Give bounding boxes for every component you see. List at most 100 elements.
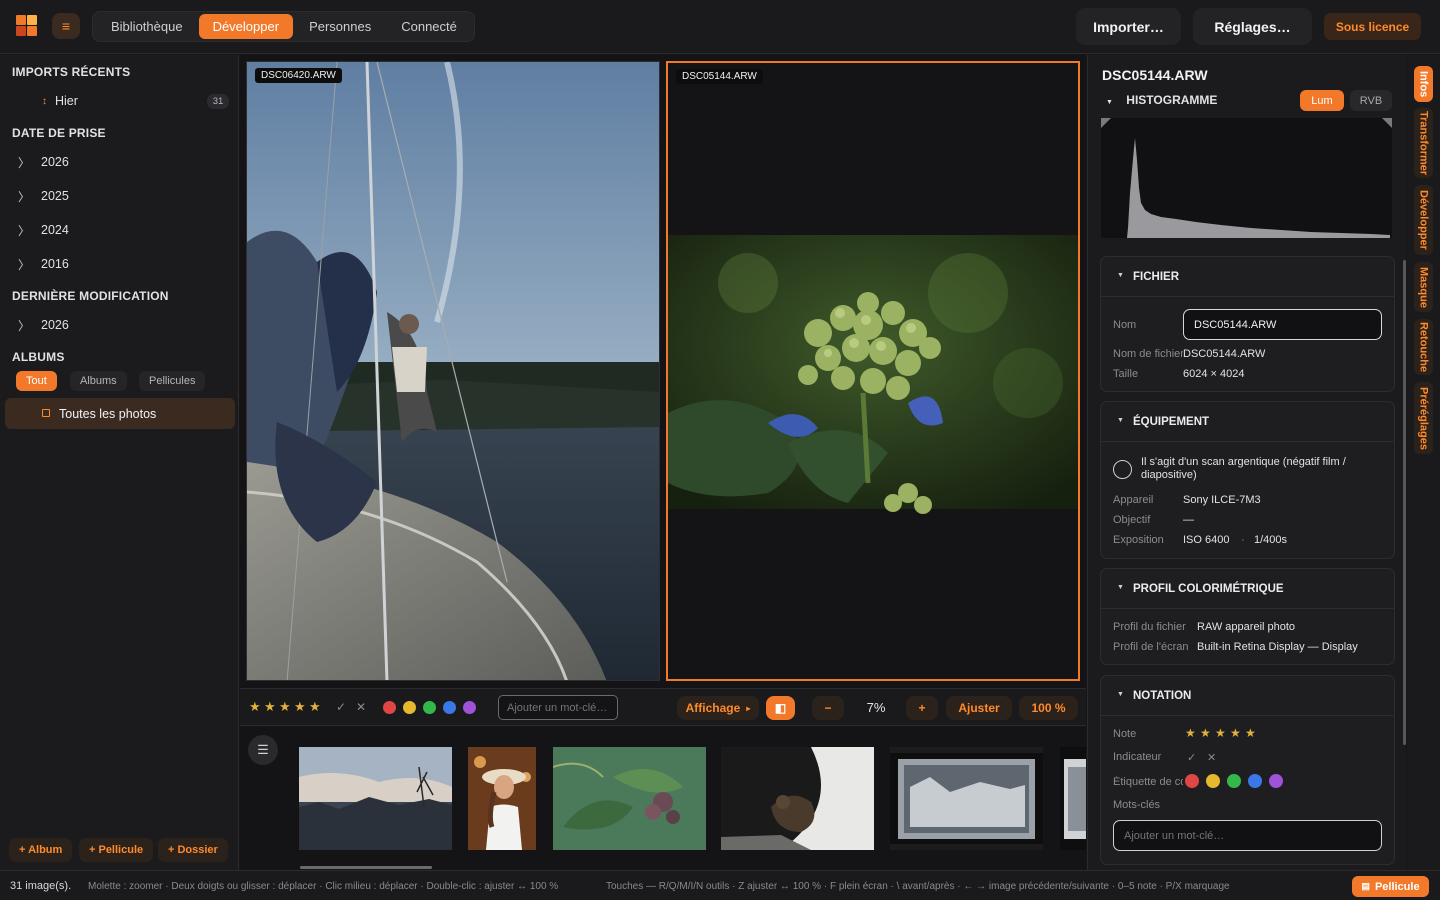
color-label-yellow[interactable] xyxy=(1206,774,1220,788)
keyword-input[interactable] xyxy=(1113,820,1382,851)
star-icon[interactable]: ★ xyxy=(1215,726,1226,740)
card-title: NOTATION xyxy=(1133,690,1192,702)
pellicule-button[interactable]: ▤ Pellicule xyxy=(1352,876,1429,897)
import-button[interactable]: Importer… xyxy=(1076,8,1181,45)
add-folder-button[interactable]: + Dossier xyxy=(158,838,228,862)
card-header-notation[interactable]: ▼ NOTATION xyxy=(1101,676,1394,716)
sailboat-photo xyxy=(247,62,659,680)
star-icon[interactable]: ★ xyxy=(249,699,261,715)
tab-connecte[interactable]: Connecté xyxy=(387,14,471,39)
card-header-fichier[interactable]: ▼ FICHIER xyxy=(1101,257,1394,297)
add-pellicule-button[interactable]: + Pellicule xyxy=(79,838,154,862)
tab-bibliotheque[interactable]: Bibliothèque xyxy=(97,14,197,39)
x-icon[interactable]: ✕ xyxy=(356,700,366,714)
star-icon[interactable]: ★ xyxy=(309,699,321,715)
star-icon[interactable]: ★ xyxy=(1185,726,1196,740)
hamburger-menu-icon[interactable]: ≡ xyxy=(52,13,80,39)
display-menu-button[interactable]: Affichage ▸ xyxy=(677,696,759,720)
card-title: ÉQUIPEMENT xyxy=(1133,416,1210,428)
vtab-masque[interactable]: Masque xyxy=(1414,262,1433,312)
vtab-transformer[interactable]: Transformer xyxy=(1414,108,1433,178)
sidebar-item-year-2026[interactable]: 〉 2026 xyxy=(0,148,239,176)
filmstrip: ☰ xyxy=(240,727,1086,870)
sidebar-item-modified-2026[interactable]: 〉 2026 xyxy=(0,311,239,339)
check-icon[interactable]: ✓ xyxy=(336,700,346,714)
color-label-green[interactable] xyxy=(1227,774,1241,788)
sidebar-item-year-2016[interactable]: 〉 2016 xyxy=(0,250,239,278)
add-album-button[interactable]: + Album xyxy=(9,838,73,862)
star-icon[interactable]: ★ xyxy=(1230,726,1241,740)
histogram-mode-lum[interactable]: Lum xyxy=(1300,90,1344,111)
vtab-retouche[interactable]: Retouche xyxy=(1414,319,1433,375)
color-label-purple[interactable] xyxy=(1269,774,1283,788)
color-label-green[interactable] xyxy=(423,701,436,714)
full-size-button[interactable]: 100 % xyxy=(1019,696,1078,720)
exposure-label: Exposition xyxy=(1113,534,1164,546)
keyword-input[interactable] xyxy=(498,695,618,720)
vtab-developper[interactable]: Développer xyxy=(1414,185,1433,255)
photo-pane-after[interactable]: DSC05144.ARW xyxy=(666,61,1080,681)
star-icon[interactable]: ★ xyxy=(279,699,291,715)
color-label-purple[interactable] xyxy=(463,701,476,714)
filmstrip-scrollbar[interactable] xyxy=(300,866,432,869)
inspector-file-title: DSC05144.ARW xyxy=(1102,67,1208,83)
histogram-heading[interactable]: ▼ HISTOGRAMME xyxy=(1106,93,1217,107)
vtab-preglages[interactable]: Préréglages xyxy=(1414,382,1433,454)
card-header-equipement[interactable]: ▼ ÉQUIPEMENT xyxy=(1101,402,1394,442)
card-header-profil[interactable]: ▼ PROFIL COLORIMÉTRIQUE xyxy=(1101,569,1394,609)
triangle-down-icon: ▼ xyxy=(1117,417,1124,424)
sidebar-item-all-photos[interactable]: Toutes les photos xyxy=(5,398,235,429)
color-label-yellow[interactable] xyxy=(403,701,416,714)
chevron-right-icon[interactable]: 〉 xyxy=(18,222,30,239)
color-label-red[interactable] xyxy=(383,701,396,714)
size-label: Taille xyxy=(1113,368,1139,380)
keys-hint: Touches — R/Q/M/I/N outils · Z ajuster ↔… xyxy=(606,881,1230,892)
sidebar-item-year-2025[interactable]: 〉 2025 xyxy=(0,182,239,210)
x-icon[interactable]: ✕ xyxy=(1207,751,1216,764)
top-bar: ≡ Bibliothèque Développer Personnes Conn… xyxy=(0,0,1440,54)
chevron-right-icon[interactable]: 〉 xyxy=(18,154,30,171)
compare-icon[interactable]: ◧ xyxy=(766,696,795,720)
sidebar-item-label: Toutes les photos xyxy=(59,406,157,421)
album-filter-pellicules[interactable]: Pellicules xyxy=(139,371,206,391)
thumb-otter[interactable] xyxy=(721,747,874,850)
star-icon[interactable]: ★ xyxy=(294,699,306,715)
mouse-hint: Molette : zoomer · Deux doigts ou glisse… xyxy=(88,881,559,892)
photo-pane-before[interactable]: DSC06420.ARW xyxy=(246,61,660,681)
filmstrip-toggle-icon[interactable]: ☰ xyxy=(248,735,278,765)
film-scan-checkbox[interactable] xyxy=(1113,460,1132,479)
album-filter-albums[interactable]: Albums xyxy=(70,371,127,391)
licence-button[interactable]: Sous licence xyxy=(1324,13,1421,40)
star-icon[interactable]: ★ xyxy=(1200,726,1211,740)
settings-button[interactable]: Réglages… xyxy=(1193,8,1312,45)
chevron-right-icon[interactable]: 〉 xyxy=(18,188,30,205)
thumb-sunset-city[interactable] xyxy=(299,747,452,850)
thumb-film-partial[interactable] xyxy=(1060,747,1086,850)
thumb-film-negative[interactable] xyxy=(890,747,1043,850)
zoom-in-button[interactable]: + xyxy=(906,696,938,720)
histogram-mode-rvb[interactable]: RVB xyxy=(1350,90,1392,111)
tab-personnes[interactable]: Personnes xyxy=(295,14,385,39)
flower-photo xyxy=(668,63,1078,679)
thumb-woman-hat[interactable] xyxy=(468,747,536,850)
check-icon[interactable]: ✓ xyxy=(1187,751,1196,764)
name-field[interactable] xyxy=(1183,309,1382,340)
tab-developper[interactable]: Développer xyxy=(198,14,294,39)
color-label-blue[interactable] xyxy=(443,701,456,714)
inspector-scrollbar[interactable] xyxy=(1403,260,1406,745)
star-icon[interactable]: ★ xyxy=(1245,726,1256,740)
album-filter-tout[interactable]: Tout xyxy=(16,371,57,391)
sidebar-item-year-2024[interactable]: 〉 2024 xyxy=(0,216,239,244)
app-logo-icon[interactable] xyxy=(16,15,38,37)
color-label-blue[interactable] xyxy=(1248,774,1262,788)
vtab-infos[interactable]: Infos xyxy=(1414,66,1433,102)
color-label-red[interactable] xyxy=(1185,774,1199,788)
star-icon[interactable]: ★ xyxy=(264,699,276,715)
zoom-out-button[interactable]: − xyxy=(812,696,844,720)
chevron-right-icon[interactable]: 〉 xyxy=(18,256,30,273)
file-profile-value: RAW appareil photo xyxy=(1197,621,1296,633)
sidebar-item-hier[interactable]: ↕ Hier 31 xyxy=(0,87,239,115)
fit-button[interactable]: Ajuster xyxy=(946,696,1012,720)
thumb-leaves[interactable] xyxy=(553,747,706,850)
chevron-right-icon[interactable]: 〉 xyxy=(18,317,30,334)
